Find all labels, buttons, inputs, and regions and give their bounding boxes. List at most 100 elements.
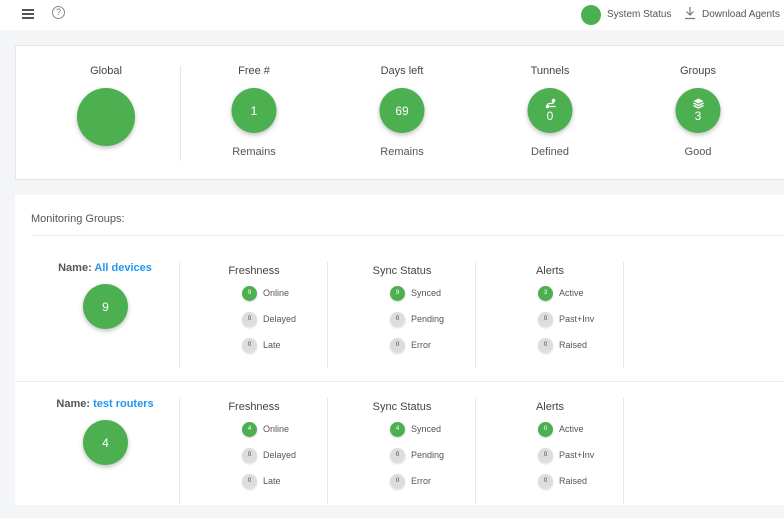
status-label: Online [263, 424, 290, 434]
summary-days: Days left 69 Remains [328, 46, 476, 181]
freshness-title: Freshness [228, 401, 280, 413]
freshness-online[interactable]: 9 Online [242, 285, 289, 301]
alerts-raised[interactable]: 0 Raised [538, 473, 587, 489]
count-badge: 0 [390, 447, 405, 463]
group-name: Name: All devices [45, 262, 165, 274]
download-agents-link[interactable]: Download Agents [702, 9, 780, 20]
divider [31, 235, 784, 236]
count-badge: 0 [390, 473, 405, 489]
summary-groups-title: Groups [679, 65, 717, 77]
count-badge: 0 [242, 447, 257, 463]
sync-error[interactable]: 0 Error [390, 337, 431, 353]
group-name-link[interactable]: test routers [93, 398, 154, 410]
groups-value: 3 [694, 109, 702, 123]
status-label: Delayed [263, 314, 297, 324]
monitoring-groups-panel: Monitoring Groups: Name: All devices 9 F… [15, 195, 784, 505]
group-name-prefix: Name: [56, 398, 91, 410]
freshness-online[interactable]: 4 Online [242, 421, 289, 437]
summary-groups-sub: Good [684, 146, 712, 158]
sync-status-column: Sync Status 9 Synced 0 Pending 0 Error [327, 262, 475, 368]
sync-status-title: Sync Status [372, 265, 432, 277]
alerts-past-inv[interactable]: 0 Past+Inv [538, 311, 594, 327]
monitoring-group-test-routers: Name: test routers 4 Freshness 4 Online 0… [15, 398, 784, 518]
freshness-title: Freshness [228, 265, 280, 277]
route-icon [545, 98, 555, 109]
status-label: Synced [411, 424, 442, 434]
free-count-circle[interactable]: 1 [231, 88, 277, 133]
group-separator [15, 381, 784, 382]
sync-pending[interactable]: 0 Pending [390, 447, 444, 463]
summary-free-title: Free # [238, 65, 270, 77]
status-label: Online [263, 288, 290, 298]
days-left-circle[interactable]: 69 [379, 88, 425, 133]
count-badge: 0 [390, 311, 405, 327]
alerts-active[interactable]: 0 Active [538, 421, 584, 437]
alerts-past-inv[interactable]: 0 Past+Inv [538, 447, 594, 463]
sync-synced[interactable]: 9 Synced [390, 285, 441, 301]
summary-global-title: Global [90, 65, 122, 77]
count-badge: 0 [242, 337, 257, 353]
count-badge: 0 [242, 311, 257, 327]
groups-circle[interactable]: 3 [675, 88, 721, 133]
freshness-delayed[interactable]: 0 Delayed [242, 311, 296, 327]
summary-free-sub: Remains [232, 146, 276, 158]
top-bar: ? System Status Download Agents [0, 0, 784, 30]
status-label: Active [559, 424, 584, 434]
system-status-label[interactable]: System Status [607, 9, 671, 20]
system-status-indicator[interactable] [581, 5, 601, 25]
group-count-circle[interactable]: 9 [83, 284, 128, 329]
freshness-column: Freshness 4 Online 0 Delayed 0 Late [179, 398, 327, 504]
count-badge: 9 [390, 285, 405, 301]
count-badge: 9 [242, 285, 257, 301]
free-count-value: 1 [250, 103, 258, 118]
monitoring-groups-title: Monitoring Groups: [31, 213, 125, 225]
status-label: Late [263, 476, 281, 486]
summary-tunnels-sub: Defined [531, 146, 569, 158]
status-label: Past+Inv [559, 450, 595, 460]
empty-column [623, 398, 771, 504]
status-label: Error [411, 476, 431, 486]
summary-tunnels: Tunnels 0 Defined [476, 46, 624, 181]
status-label: Delayed [263, 450, 297, 460]
sync-status-title: Sync Status [372, 401, 432, 413]
summary-free: Free # 1 Remains [180, 46, 328, 181]
count-badge: 0 [538, 311, 553, 327]
alerts-raised[interactable]: 0 Raised [538, 337, 587, 353]
status-label: Pending [411, 450, 445, 460]
sync-synced[interactable]: 4 Synced [390, 421, 441, 437]
count-badge: 0 [538, 473, 553, 489]
alerts-active[interactable]: 3 Active [538, 285, 584, 301]
count-badge: 0 [538, 447, 553, 463]
summary-groups: Groups 3 Good [624, 46, 772, 181]
summary-days-title: Days left [380, 65, 424, 77]
summary-tunnels-title: Tunnels [530, 65, 570, 77]
freshness-late[interactable]: 0 Late [242, 473, 281, 489]
status-label: Active [559, 288, 584, 298]
days-left-value: 69 [395, 103, 409, 118]
alerts-column: Alerts 3 Active 0 Past+Inv 0 Raised [475, 262, 623, 368]
empty-column [623, 262, 771, 368]
count-badge: 4 [390, 421, 405, 437]
summary-days-sub: Remains [380, 146, 424, 158]
sync-error[interactable]: 0 Error [390, 473, 431, 489]
monitoring-group-all-devices: Name: All devices 9 Freshness 9 Online 0D… [15, 262, 784, 382]
tunnels-circle[interactable]: 0 [527, 88, 573, 133]
group-count-value: 9 [102, 299, 109, 314]
freshness-late[interactable]: 0 Late [242, 337, 281, 353]
hamburger-menu-icon[interactable] [22, 9, 34, 19]
count-badge: 0 [538, 337, 553, 353]
global-status-circle[interactable] [77, 88, 135, 146]
help-circle-icon[interactable]: ? [52, 6, 65, 19]
layers-icon [692, 98, 704, 109]
status-label: Error [411, 340, 431, 350]
sync-pending[interactable]: 0 Pending [390, 311, 444, 327]
count-badge: 0 [242, 473, 257, 489]
status-label: Late [263, 340, 281, 350]
status-label: Raised [559, 476, 588, 486]
freshness-delayed[interactable]: 0 Delayed [242, 447, 296, 463]
sync-status-column: Sync Status 4 Synced 0 Pending 0 Error [327, 398, 475, 504]
group-name-link[interactable]: All devices [94, 262, 151, 274]
download-icon[interactable] [684, 6, 696, 20]
group-count-circle[interactable]: 4 [83, 420, 128, 465]
alerts-column: Alerts 0 Active 0 Past+Inv 0 Raised [475, 398, 623, 504]
